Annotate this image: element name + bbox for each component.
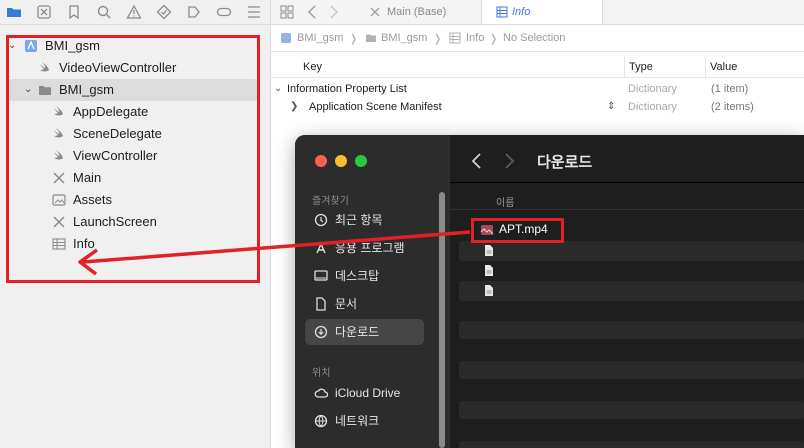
bookmark-icon[interactable] [66,4,82,20]
column-header-value[interactable]: Value [710,61,737,73]
jump-bar: BMI_gsm ❭ BMI_gsm ❭ Info ❭ No Selection [271,25,804,52]
sidebar-item-label: 응용 프로그램 [335,241,405,255]
annotation-file-highlight [471,218,564,243]
desktop-icon [314,270,328,281]
back-arrow-icon[interactable] [305,4,319,20]
annotation-highlight-box [6,35,260,283]
zoom-button[interactable] [355,155,367,167]
close-button[interactable] [315,155,327,167]
breadcrumb-selection[interactable]: No Selection [503,32,565,44]
sidebar-item-label: iCloud Drive [335,386,401,400]
forward-arrow-icon[interactable] [327,4,341,20]
sidebar-section-favorites: 즐겨찾기 [312,196,349,207]
plist-header: Key Type Value [271,57,804,78]
sidebar-item-label: 다운로드 [335,325,380,339]
download-icon [314,325,328,339]
tab-label: Info [512,6,531,18]
apps-icon [316,242,326,254]
network-icon [314,414,328,428]
plist-key: Application Scene Manifest [309,101,442,113]
test-diamond-icon[interactable] [156,4,172,20]
plist-key: Information Property List [287,83,407,95]
forward-arrow-icon[interactable] [502,152,516,170]
breadcrumb-project[interactable]: BMI_gsm [297,32,343,44]
breakpoint-icon[interactable] [216,4,232,20]
plist-value: (2 items) [711,101,754,113]
folder-icon [366,34,376,42]
xcode-project-icon [281,33,291,43]
cloud-icon [314,388,328,398]
file-row[interactable] [459,241,804,261]
sidebar-item-label: 문서 [335,297,358,311]
empty-row [459,401,804,419]
column-header-name[interactable]: 이름 [496,194,514,209]
empty-row [459,441,804,448]
sidebar-item-downloads[interactable]: 다운로드 [305,319,424,345]
plist-value: (1 item) [711,83,749,95]
file-icon [485,285,493,296]
chevron-right-icon[interactable]: ❯ [290,98,298,116]
finder-sidebar: 즐겨찾기 최근 항목 응용 프로그램 데스크탑 문서 다운로드 위치 iClou… [295,135,450,448]
column-header-type[interactable]: Type [629,61,653,73]
plist-table-icon [496,6,508,18]
source-control-icon[interactable] [36,4,52,20]
grid-icon[interactable] [279,4,295,20]
column-header-key[interactable]: Key [303,61,322,73]
document-icon [316,297,326,311]
folder-icon[interactable] [6,4,22,20]
file-row[interactable] [459,281,804,301]
breadcrumb-file[interactable]: Info [466,32,484,44]
storyboard-icon [370,7,380,17]
sidebar-item-applications[interactable]: 응용 프로그램 [305,235,424,261]
warning-icon[interactable] [126,4,142,20]
chevron-down-icon[interactable]: ⌄ [274,80,282,98]
navigator-toolbar [0,0,270,25]
file-row[interactable] [459,261,804,281]
sidebar-item-icloud[interactable]: iCloud Drive [305,380,424,406]
finder-window: 즐겨찾기 최근 항목 응용 프로그램 데스크탑 문서 다운로드 위치 iClou… [295,135,804,448]
clock-icon [314,213,328,227]
minimize-button[interactable] [335,155,347,167]
plist-type: Dictionary [628,83,677,95]
plist-row[interactable]: ❯ Application Scene Manifest ⇕ Dictionar… [271,98,804,116]
sidebar-item-documents[interactable]: 문서 [305,291,424,317]
file-icon [485,245,493,256]
search-icon[interactable] [96,4,112,20]
empty-row [459,361,804,379]
sidebar-section-locations: 위치 [312,368,331,379]
finder-content: 다운로드 이름 APT.mp4 [450,135,804,448]
sidebar-item-label: 최근 항목 [335,213,383,227]
tab-info[interactable]: Info [481,0,603,24]
back-arrow-icon[interactable] [470,152,484,170]
sidebar-item-network[interactable]: 네트워크 [305,408,424,434]
report-icon[interactable] [246,4,262,20]
sidebar-scrollbar[interactable] [439,192,445,448]
stepper-icon[interactable]: ⇕ [607,98,615,116]
plist-type: Dictionary [628,101,677,113]
project-navigator: ⌄ BMI_gsm VideoViewController ⌄ BMI_gsm … [0,0,271,448]
file-icon [485,265,493,276]
sidebar-item-recents[interactable]: 최근 항목 [305,207,424,233]
tab-label: Main (Base) [387,6,447,18]
plist-table-icon [449,32,461,44]
empty-row [459,321,804,339]
editor-tab-bar: Main (Base) Info [271,0,804,25]
tab-main-base[interactable]: Main (Base) [361,0,481,24]
plist-row[interactable]: ⌄ Information Property List Dictionary (… [271,80,804,98]
debug-icon[interactable] [186,4,202,20]
breadcrumb-group[interactable]: BMI_gsm [381,32,427,44]
window-title: 다운로드 [537,154,593,171]
sidebar-item-desktop[interactable]: 데스크탑 [305,263,424,289]
sidebar-item-label: 네트워크 [335,414,380,428]
sidebar-item-label: 데스크탑 [335,269,380,283]
